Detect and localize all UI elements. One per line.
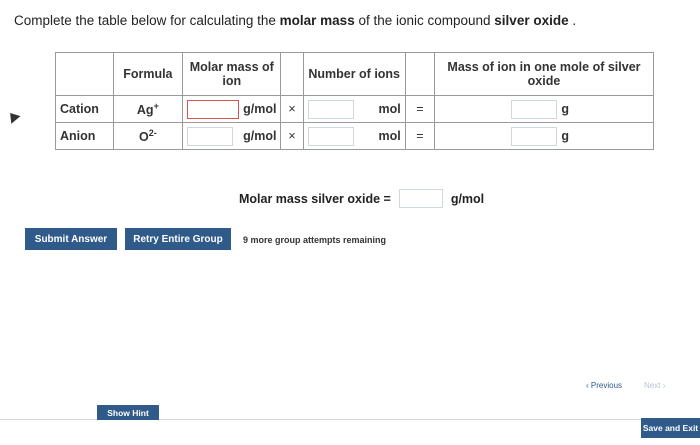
- formula-base: Ag: [136, 103, 154, 118]
- table-row-anion: Anion O2- g/mol × mol = g: [55, 122, 655, 150]
- molar-mass-input-anion[interactable]: [187, 126, 234, 146]
- retry-group-button[interactable]: Retry Entire Group: [125, 228, 231, 250]
- submit-answer-button[interactable]: Submit Answer: [25, 228, 117, 250]
- molar-mass-input-cation[interactable]: [187, 99, 240, 119]
- molar-mass-total-input[interactable]: [398, 189, 443, 208]
- number-input-anion[interactable]: [307, 126, 354, 146]
- molar-mass-total-line: Molar mass silver oxide = g/mol: [239, 189, 484, 208]
- number-cell-cation: mol: [302, 95, 406, 123]
- formula-base: O: [138, 130, 149, 145]
- times-sign: ×: [280, 122, 304, 150]
- mass-input-cation[interactable]: [511, 99, 558, 119]
- equals-sign: =: [404, 122, 435, 150]
- prompt-bold-molar-mass: molar mass: [279, 13, 355, 28]
- row-label-anion: Anion: [55, 122, 114, 150]
- pagination-nav: ‹ Previous Next ›: [586, 381, 665, 390]
- unit-gmol: g/mol: [243, 129, 277, 143]
- prompt-text-suffix: .: [568, 13, 577, 28]
- molar-mass-total-label: Molar mass silver oxide =: [239, 191, 391, 206]
- header-formula: Formula: [112, 52, 184, 96]
- header-empty: [55, 52, 114, 96]
- table-header-row: Formula Molar mass of ion Number of ions…: [55, 52, 655, 96]
- formula-cation: Ag+: [112, 95, 184, 123]
- row-label-cation: Cation: [55, 95, 114, 123]
- mass-input-anion[interactable]: [511, 126, 558, 146]
- next-label: Next: [644, 381, 661, 390]
- mouse-cursor-icon: [5, 109, 21, 124]
- question-prompt: Complete the table below for calculating…: [14, 13, 576, 28]
- formula-anion: O2-: [112, 122, 184, 150]
- prompt-text: Complete the table below for calculating…: [14, 13, 280, 28]
- unit-gmol: g/mol: [243, 102, 277, 116]
- molar-mass-table: Formula Molar mass of ion Number of ions…: [55, 52, 655, 150]
- unit-mol: mol: [378, 102, 401, 116]
- formula-charge: 2-: [148, 127, 157, 138]
- molar-mass-cell-cation: g/mol: [182, 95, 282, 123]
- previous-label: Previous: [590, 381, 623, 390]
- molar-mass-cell-anion: g/mol: [182, 122, 282, 150]
- times-sign: ×: [280, 95, 304, 123]
- equals-sign: =: [404, 95, 435, 123]
- unit-mol: mol: [378, 129, 401, 143]
- mass-cell-cation: g: [433, 95, 655, 123]
- show-hint-button[interactable]: Show Hint: [97, 405, 159, 420]
- header-molar-mass: Molar mass of ion: [182, 52, 282, 96]
- save-exit-button[interactable]: Save and Exit: [641, 418, 700, 438]
- next-link[interactable]: Next ›: [644, 381, 665, 390]
- header-times-spacer: [280, 52, 304, 96]
- mass-cell-anion: g: [433, 122, 655, 150]
- previous-link[interactable]: ‹ Previous: [586, 381, 622, 390]
- header-number-ions: Number of ions: [302, 52, 406, 96]
- prompt-bold-compound: silver oxide: [494, 13, 569, 28]
- header-mass-of-ion: Mass of ion in one mole of silver oxide: [433, 52, 655, 96]
- formula-charge: +: [153, 100, 159, 111]
- number-input-cation[interactable]: [307, 99, 354, 119]
- number-cell-anion: mol: [302, 122, 406, 150]
- unit-g: g: [561, 102, 569, 116]
- unit-g: g: [561, 129, 569, 143]
- molar-mass-total-unit: g/mol: [450, 191, 485, 206]
- table-row-cation: Cation Ag+ g/mol × mol = g: [55, 95, 655, 123]
- header-equals-spacer: [404, 52, 435, 96]
- attempts-remaining: 9 more group attempts remaining: [243, 235, 387, 245]
- prompt-text-middle: of the ionic compound: [354, 13, 495, 28]
